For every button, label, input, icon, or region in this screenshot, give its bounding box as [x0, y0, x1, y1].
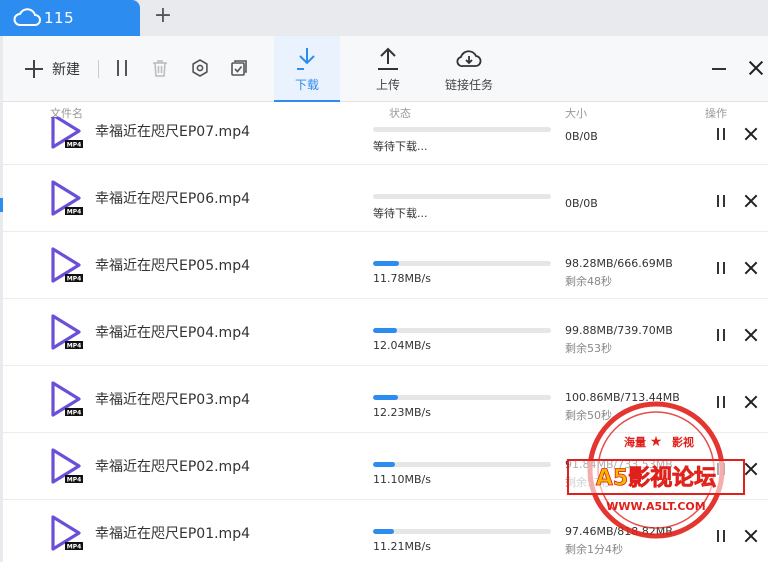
file-size: 100.86MB/713.44MB	[565, 391, 680, 404]
tab-download[interactable]: 下载	[274, 36, 340, 102]
download-row[interactable]: MP4 幸福近在咫尺EP06.mp4 等待下载... 0B/0B	[3, 165, 768, 232]
mp4-video-icon: MP4	[51, 117, 83, 149]
upload-icon	[378, 47, 398, 70]
mp4-video-icon: MP4	[51, 448, 83, 484]
tab-115[interactable]: 115	[0, 0, 140, 36]
toolbar: 新建 下载 上传 链接任务	[0, 36, 768, 102]
close-icon[interactable]	[748, 60, 764, 76]
file-size: 98.28MB/666.69MB	[565, 257, 673, 270]
download-row[interactable]: MP4 幸福近在咫尺EP01.mp4 11.21MB/s 97.46MB/818.82…	[3, 500, 768, 562]
new-button[interactable]: 新建	[24, 56, 80, 82]
remove-icon[interactable]	[744, 261, 758, 275]
download-row[interactable]: MP4 幸福近在咫尺EP05.mp4 11.78MB/s 98.28MB/666.69…	[3, 232, 768, 299]
svg-text:MP4: MP4	[67, 209, 82, 216]
file-size: 0B/0B	[565, 130, 598, 143]
trash-icon[interactable]	[150, 58, 170, 78]
pause-icon[interactable]	[714, 395, 728, 409]
download-status: 11.21MB/s	[373, 540, 431, 553]
file-size: 97.46MB/818.82MB	[565, 525, 673, 538]
file-size: 91.84MB/733.53MB	[565, 458, 673, 471]
remove-icon[interactable]	[744, 462, 758, 476]
add-tab-icon[interactable]: +	[152, 5, 174, 28]
new-button-label: 新建	[52, 62, 80, 78]
tab-link-task[interactable]: 链接任务	[436, 36, 502, 102]
svg-text:MP4: MP4	[67, 477, 82, 484]
progress-bar	[373, 395, 551, 400]
download-row[interactable]: MP4 幸福近在咫尺EP07.mp4 等待下载... 0B/0B	[3, 117, 768, 165]
toolbar-divider	[98, 60, 99, 78]
progress-bar	[373, 529, 551, 534]
remove-icon[interactable]	[744, 127, 758, 141]
svg-text:MP4: MP4	[67, 343, 82, 350]
download-status: 等待下载...	[373, 140, 428, 153]
download-status: 等待下载...	[373, 207, 428, 220]
pause-icon[interactable]	[714, 261, 728, 275]
progress-bar	[373, 194, 551, 199]
mp4-video-icon: MP4	[51, 314, 83, 350]
file-name: 幸福近在咫尺EP04.mp4	[95, 325, 250, 341]
pause-icon[interactable]	[714, 529, 728, 543]
mp4-video-icon: MP4	[51, 180, 83, 216]
file-size: 99.88MB/739.70MB	[565, 324, 673, 337]
remove-icon[interactable]	[744, 529, 758, 543]
progress-fill	[373, 462, 396, 467]
mp4-video-icon: MP4	[51, 247, 83, 283]
download-icon	[297, 48, 315, 70]
cloud-icon	[13, 8, 41, 26]
file-name: 幸福近在咫尺EP06.mp4	[95, 191, 250, 207]
download-status: 12.23MB/s	[373, 406, 431, 419]
download-status: 12.04MB/s	[373, 339, 431, 352]
tab-link-task-label: 链接任务	[444, 78, 493, 92]
download-status: 11.78MB/s	[373, 272, 431, 285]
cloud-download-icon	[456, 50, 482, 67]
progress-fill	[373, 328, 398, 333]
progress-fill	[373, 261, 400, 266]
progress-bar	[373, 261, 551, 266]
svg-text:MP4: MP4	[67, 276, 82, 283]
pause-icon[interactable]	[714, 127, 728, 141]
gear-icon[interactable]	[190, 58, 210, 78]
download-row[interactable]: MP4 幸福近在咫尺EP02.mp4 11.10MB/s 91.84MB/733.53…	[3, 433, 768, 500]
file-size: 0B/0B	[565, 197, 598, 210]
time-remaining: 剩余48秒	[565, 275, 612, 288]
svg-text:MP4: MP4	[67, 410, 82, 417]
tab-label: 115	[44, 9, 75, 27]
pause-icon[interactable]	[714, 194, 728, 208]
time-remaining: 剩余50秒	[565, 409, 612, 422]
plus-icon	[24, 59, 44, 79]
download-list: MP4 幸福近在咫尺EP07.mp4 等待下载... 0B/0B MP4 幸福近在咫尺EP…	[3, 117, 768, 562]
minimize-icon[interactable]	[712, 68, 726, 70]
file-name: 幸福近在咫尺EP03.mp4	[95, 392, 250, 408]
tab-upload-label: 上传	[375, 78, 400, 92]
progress-bar	[373, 328, 551, 333]
file-name: 幸福近在咫尺EP07.mp4	[95, 124, 250, 140]
time-remaining: 剩余53秒	[565, 342, 612, 355]
time-remaining: 剩余57秒	[565, 476, 612, 489]
tab-download-label: 下载	[294, 78, 319, 92]
file-name: 幸福近在咫尺EP05.mp4	[95, 258, 250, 274]
title-bar: 115 +	[0, 0, 768, 36]
mp4-video-icon: MP4	[51, 381, 83, 417]
svg-text:MP4: MP4	[67, 142, 82, 149]
tab-upload[interactable]: 上传	[355, 36, 421, 102]
progress-fill	[373, 529, 395, 534]
mp4-video-icon: MP4	[51, 515, 83, 551]
remove-icon[interactable]	[744, 194, 758, 208]
select-all-icon[interactable]	[229, 58, 249, 78]
progress-bar	[373, 462, 551, 467]
download-status: 11.10MB/s	[373, 473, 431, 486]
pause-icon[interactable]	[714, 328, 728, 342]
remove-icon[interactable]	[744, 395, 758, 409]
time-remaining: 剩余1分4秒	[565, 543, 623, 556]
svg-text:MP4: MP4	[67, 544, 82, 551]
progress-bar	[373, 127, 551, 132]
file-name: 幸福近在咫尺EP01.mp4	[95, 526, 250, 542]
pause-all-icon[interactable]	[112, 58, 132, 78]
progress-fill	[373, 395, 399, 400]
download-row[interactable]: MP4 幸福近在咫尺EP03.mp4 12.23MB/s 100.86MB/713.4…	[3, 366, 768, 433]
download-row[interactable]: MP4 幸福近在咫尺EP04.mp4 12.04MB/s 99.88MB/739.70…	[3, 299, 768, 366]
remove-icon[interactable]	[744, 328, 758, 342]
pause-icon[interactable]	[714, 462, 728, 476]
file-name: 幸福近在咫尺EP02.mp4	[95, 459, 250, 475]
